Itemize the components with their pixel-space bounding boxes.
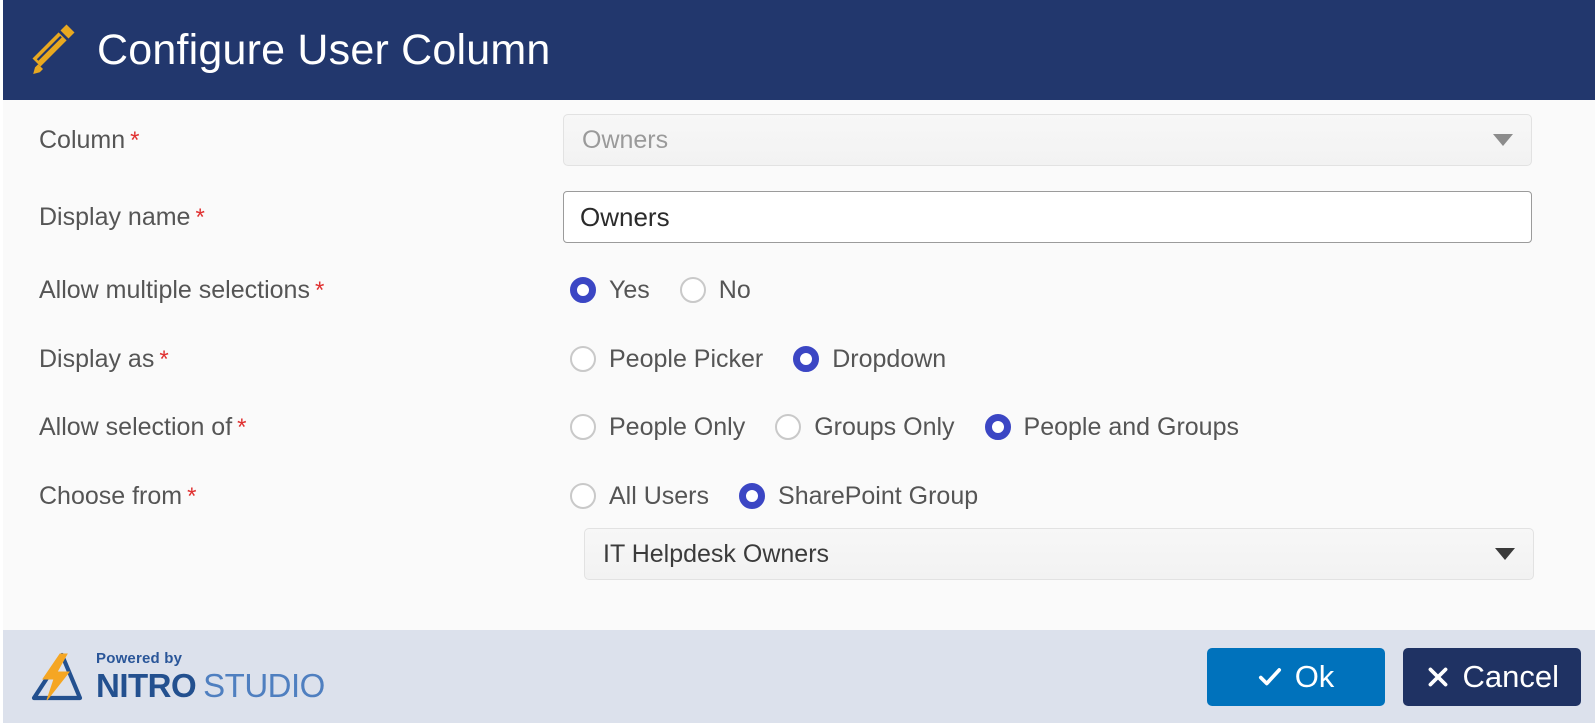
radio-label: People and Groups — [1023, 412, 1239, 441]
field-allow-selection-of: People Only Groups Only People and Group… — [563, 413, 1595, 442]
label-column-text: Column — [39, 125, 126, 154]
radio-group-allow-selection-of: People Only Groups Only People and Group… — [570, 413, 1239, 442]
required-asterisk: * — [159, 345, 169, 373]
configure-user-column-dialog: Configure User Column Column * Owners Dis… — [0, 0, 1595, 723]
radio-group-choose-from: All Users SharePoint Group — [570, 482, 978, 511]
radio-people-and-groups[interactable]: People and Groups — [984, 412, 1239, 442]
radio-allow-multiple-no[interactable]: No — [679, 275, 751, 305]
display-name-value: Owners — [580, 201, 670, 232]
field-sharepoint-group: IT Helpdesk Owners — [563, 528, 1595, 580]
radio-all-users[interactable]: All Users — [570, 482, 709, 511]
chevron-down-icon — [1493, 134, 1513, 146]
label-choose-from-text: Choose from — [39, 481, 183, 510]
radio-unselected-icon — [775, 414, 802, 440]
label-allow-selection-of: Allow selection of * — [3, 413, 563, 442]
required-asterisk: * — [130, 126, 140, 154]
required-asterisk: * — [195, 203, 205, 231]
radio-display-as-people-picker[interactable]: People Picker — [570, 345, 763, 374]
label-display-as: Display as * — [3, 345, 563, 374]
column-select[interactable]: Owners — [563, 114, 1532, 166]
label-display-as-text: Display as — [39, 344, 155, 373]
radio-label: People Only — [609, 412, 746, 441]
radio-people-only[interactable]: People Only — [570, 413, 745, 442]
radio-selected-icon — [739, 483, 766, 509]
label-allow-multiple-text: Allow multiple selections — [39, 275, 310, 304]
radio-unselected-icon — [570, 483, 596, 509]
radio-group-display-as: People Picker Dropdown — [570, 345, 946, 374]
page-title: Configure User Column — [97, 25, 551, 74]
radio-label: People Picker — [609, 344, 764, 373]
field-display-as: People Picker Dropdown — [563, 345, 1595, 374]
ok-button[interactable]: Ok — [1206, 647, 1385, 706]
label-allow-multiple: Allow multiple selections * — [3, 276, 563, 305]
brand-name-nitro: NITRO — [96, 667, 197, 704]
nitro-lightning-logo — [31, 652, 83, 700]
required-asterisk: * — [187, 482, 197, 510]
pencil-icon — [32, 24, 75, 74]
field-choose-from: All Users SharePoint Group — [563, 482, 1595, 511]
radio-selected-icon — [793, 346, 820, 372]
required-asterisk: * — [237, 413, 247, 441]
radio-unselected-icon — [570, 414, 596, 440]
form-body: Column * Owners Display name * Owners Al… — [3, 100, 1595, 630]
form-row-sharepoint-group-select: IT Helpdesk Owners — [3, 528, 1595, 580]
brand-nitro-studio: Powered by NITRO STUDIO — [29, 651, 325, 703]
radio-selected-icon — [984, 414, 1011, 440]
radio-label: SharePoint Group — [778, 481, 979, 510]
radio-label: All Users — [609, 481, 710, 510]
form-row-column: Column * Owners — [3, 114, 1595, 166]
form-row-display-as: Display as * People Picker Dropdown — [3, 339, 1595, 379]
close-icon — [1428, 667, 1447, 686]
sharepoint-group-value: IT Helpdesk Owners — [603, 539, 830, 568]
brand-name: NITRO STUDIO — [96, 669, 325, 702]
cancel-button[interactable]: Cancel — [1402, 647, 1581, 706]
form-row-display-name: Display name * Owners — [3, 191, 1595, 243]
label-choose-from: Choose from * — [3, 482, 563, 511]
footer-button-group: Ok Cancel — [1206, 647, 1581, 706]
radio-allow-multiple-yes[interactable]: Yes — [570, 276, 650, 305]
label-allow-selection-of-text: Allow selection of — [39, 412, 233, 441]
label-column: Column * — [3, 126, 563, 155]
field-display-name: Owners — [563, 191, 1595, 243]
form-row-choose-from: Choose from * All Users SharePoint Group — [3, 476, 1595, 516]
field-column: Owners — [563, 114, 1595, 166]
form-row-allow-selection-of: Allow selection of * People Only Groups O… — [3, 407, 1595, 447]
radio-groups-only[interactable]: Groups Only — [775, 412, 955, 442]
radio-label: No — [718, 275, 751, 304]
radio-display-as-dropdown[interactable]: Dropdown — [793, 345, 946, 374]
brand-text: Powered by NITRO STUDIO — [96, 651, 325, 702]
form-row-allow-multiple: Allow multiple selections * Yes No — [3, 270, 1595, 310]
radio-unselected-icon — [679, 277, 706, 303]
brand-name-studio: STUDIO — [203, 667, 325, 704]
dialog-header: Configure User Column — [3, 0, 1595, 100]
display-name-input[interactable]: Owners — [563, 191, 1532, 243]
radio-unselected-icon — [570, 346, 596, 372]
radio-group-allow-multiple: Yes No — [570, 276, 751, 305]
radio-label: Dropdown — [832, 344, 947, 373]
label-display-name-text: Display name — [39, 202, 191, 231]
column-select-value: Owners — [582, 125, 669, 154]
radio-sharepoint-group[interactable]: SharePoint Group — [739, 482, 978, 511]
sharepoint-group-select[interactable]: IT Helpdesk Owners — [584, 528, 1534, 580]
ok-button-label: Ok — [1294, 658, 1335, 694]
radio-selected-icon — [570, 277, 596, 303]
powered-by-label: Powered by — [96, 650, 183, 667]
dialog-footer: Powered by NITRO STUDIO Ok Cancel — [3, 630, 1595, 723]
radio-label: Yes — [609, 275, 650, 304]
label-display-name: Display name * — [3, 203, 563, 232]
field-allow-multiple: Yes No — [563, 276, 1595, 305]
chevron-down-icon — [1495, 548, 1515, 560]
required-asterisk: * — [314, 276, 325, 304]
cancel-button-label: Cancel — [1462, 658, 1560, 694]
check-icon — [1258, 667, 1281, 685]
radio-label: Groups Only — [814, 412, 955, 441]
